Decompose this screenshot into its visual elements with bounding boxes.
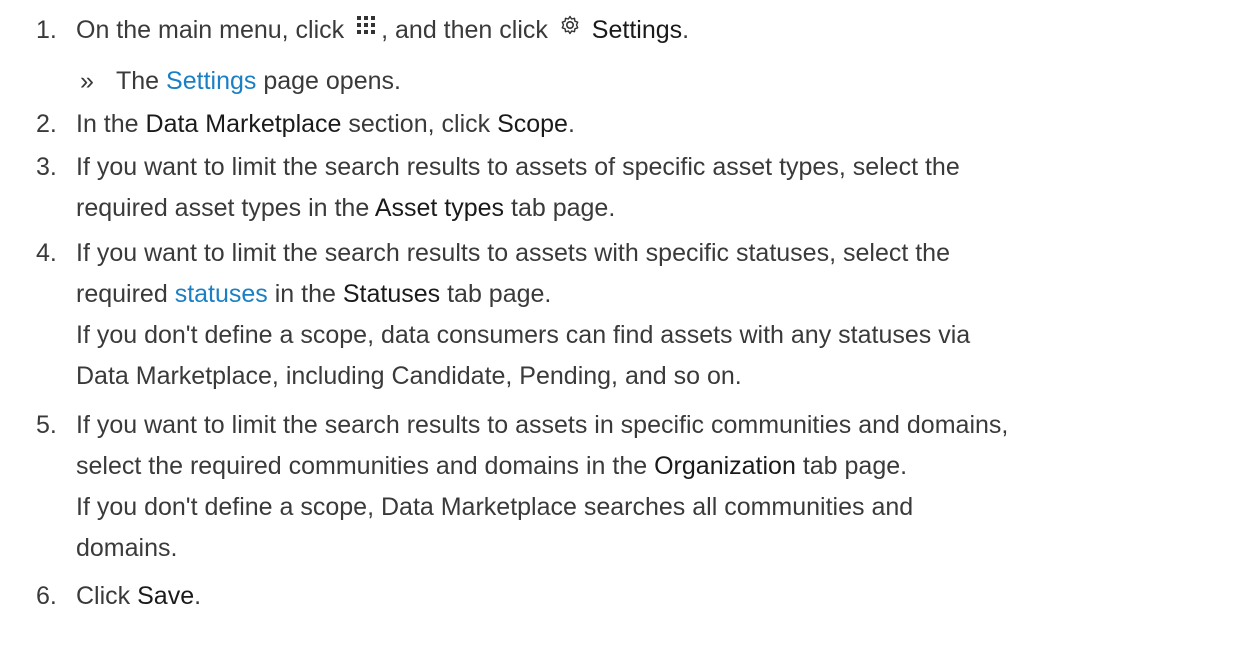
step-3: 3. If you want to limit the search result… <box>36 147 1216 229</box>
statuses-link[interactable]: statuses <box>175 280 268 308</box>
statuses-label: Statuses <box>342 280 441 308</box>
step-2: 2. In the Data Marketplace section, click… <box>36 104 1216 145</box>
punctuation: . <box>682 16 690 44</box>
data-marketplace-label: Data Marketplace <box>145 110 342 138</box>
step-text: If you want to limit the search results … <box>76 153 960 181</box>
step-text: tab page. <box>511 194 616 222</box>
settings-link[interactable]: Settings <box>166 67 256 95</box>
step-6: 6. Click Save. <box>36 576 1216 617</box>
step-text: On the main menu, click <box>76 16 345 44</box>
step-text: tab page. <box>802 452 908 480</box>
step-text: Click <box>76 582 131 610</box>
step-number: 2. <box>36 110 57 138</box>
step-text: , and then click <box>381 16 548 44</box>
asset-types-label: Asset types <box>374 194 505 222</box>
step-number: 1. <box>36 16 57 44</box>
main-menu-grid-icon <box>357 16 376 35</box>
step-text: required asset types in the <box>76 194 370 222</box>
step-5: 5. If you want to limit the search result… <box>36 405 1216 569</box>
step-note: domains. <box>76 534 178 562</box>
step-4: 4. If you want to limit the search result… <box>36 233 1216 397</box>
step-number: 3. <box>36 153 57 181</box>
scope-label: Scope <box>497 110 568 138</box>
step-note: If you don't define a scope, data consum… <box>76 321 971 349</box>
procedure-document: 1. On the main menu, click , and then cli… <box>0 0 1236 659</box>
step-note: Data Marketplace, including Candidate, P… <box>76 362 742 390</box>
punctuation: . <box>567 110 575 138</box>
step-number: 5. <box>36 411 57 439</box>
step-text: In the <box>76 110 139 138</box>
step-text: section, click <box>348 110 491 138</box>
gear-icon <box>561 16 579 35</box>
step-text: select the required communities and doma… <box>76 452 648 480</box>
step-text: required <box>76 280 168 308</box>
result-text: page opens. <box>263 67 401 95</box>
step-1-result: » The Settings page opens. <box>80 61 401 102</box>
organization-label: Organization <box>654 452 796 480</box>
step-note: If you don't define a scope, Data Market… <box>76 493 914 521</box>
step-text: in the <box>274 280 336 308</box>
step-number: 6. <box>36 582 57 610</box>
step-text: If you want to limit the search results … <box>76 239 950 267</box>
punctuation: . <box>194 582 202 610</box>
step-number: 4. <box>36 239 57 267</box>
step-text: tab page. <box>447 280 552 308</box>
settings-label: Settings <box>591 16 683 44</box>
result-chevron: » <box>80 67 94 95</box>
step-text: If you want to limit the search results … <box>76 411 1009 439</box>
save-label: Save <box>137 582 195 610</box>
result-text: The <box>116 67 160 95</box>
step-1: 1. On the main menu, click , and then cli… <box>36 10 1216 51</box>
